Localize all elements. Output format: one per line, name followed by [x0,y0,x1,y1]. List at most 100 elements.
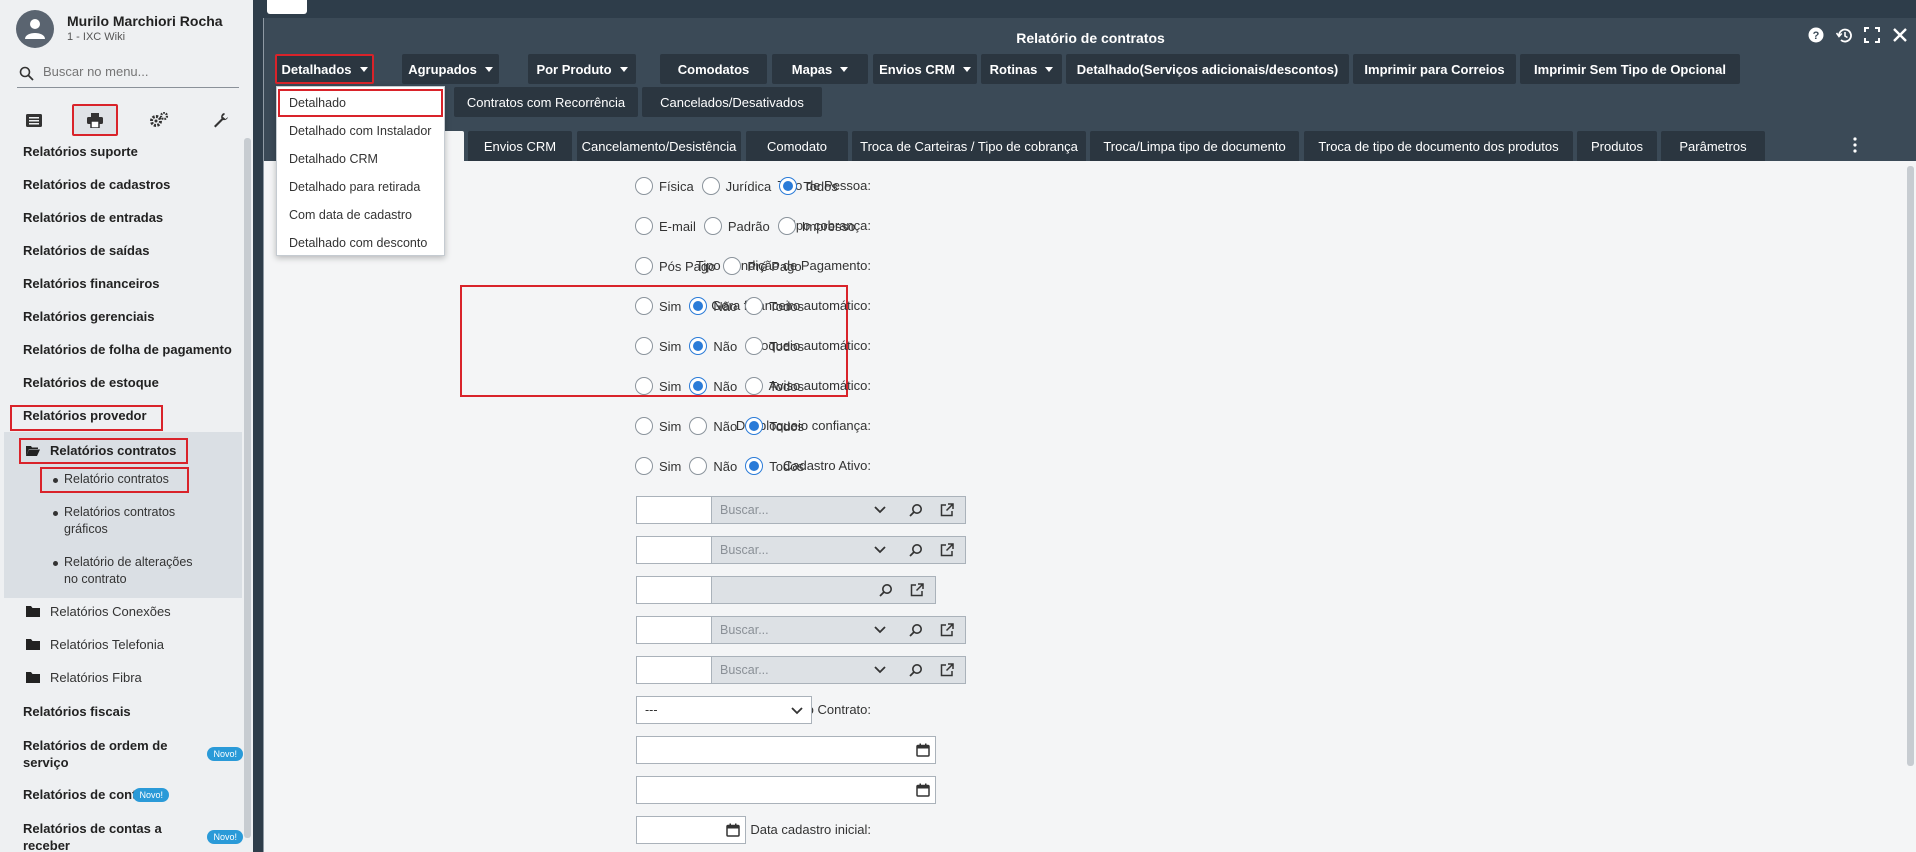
radio-button[interactable] [689,337,708,355]
radio-option[interactable]: Todos [745,377,804,395]
search-icon[interactable] [909,663,923,680]
calendar-icon[interactable] [726,823,740,837]
dropdown-item[interactable]: Detalhado CRM [277,145,444,173]
radio-button[interactable] [689,377,708,395]
search-select[interactable]: Buscar... [712,656,966,684]
radio-button[interactable] [723,257,742,275]
search-icon[interactable] [879,583,893,600]
search-select[interactable]: Buscar... [712,616,966,644]
more-tabs-icon[interactable] [1853,137,1857,156]
radio-button[interactable] [745,377,764,395]
radio-option[interactable]: Sim [635,337,681,355]
tab-troca-tipo-produtos[interactable]: Troca de tipo de documento dos produtos [1304,131,1573,161]
radio-button[interactable] [635,257,653,275]
radio-option[interactable]: Sim [635,377,681,395]
radio-option[interactable]: Não [689,297,737,315]
search-icon[interactable] [909,623,923,640]
sub-item-contratos-graficos[interactable]: Relatórios contratos gráficos [53,504,204,538]
tab-parametros[interactable]: Parâmetros [1661,131,1765,161]
date-input-data-bloqueio-inicial[interactable] [636,736,936,764]
external-link-icon[interactable] [940,543,954,560]
sub-item-alteracoes[interactable]: Relatório de alterações no contrato [53,554,204,588]
radio-button[interactable] [745,417,764,435]
tab-produtos[interactable]: Produtos [1577,131,1657,161]
radio-button[interactable] [689,297,708,315]
radio-option[interactable]: Não [689,457,737,475]
menu-search-input[interactable] [43,64,233,79]
menu-search[interactable] [17,60,239,88]
code-input[interactable] [636,616,712,644]
radio-option[interactable]: Física [635,177,694,195]
tab-troca-carteiras[interactable]: Troca de Carteiras / Tipo de cobrança [852,131,1086,161]
form-scrollbar[interactable] [1907,166,1914,766]
btn-contratos-recorrencia[interactable]: Contratos com Recorrência [454,87,638,117]
code-input[interactable] [636,576,712,604]
menu-item[interactable]: Relatórios financeiros [23,276,160,291]
radio-button[interactable] [689,457,708,475]
chevron-down-icon[interactable] [874,663,886,678]
calendar-icon[interactable] [916,743,930,757]
radio-option[interactable]: Impresso [777,217,855,235]
radio-button[interactable] [745,337,764,355]
radio-button[interactable] [635,297,653,315]
radio-option[interactable]: Todos [745,337,804,355]
radio-button[interactable] [635,337,653,355]
btn-comodatos[interactable]: Comodatos [660,54,767,84]
menu-item[interactable]: Relatórios de estoque [23,375,159,390]
menu-item[interactable]: Relatórios suporte [23,144,138,159]
tab-comodato[interactable]: Comodato [746,131,848,161]
menu-item[interactable]: Relatórios de saídas [23,243,149,258]
radio-option[interactable]: Jurídica [701,177,771,195]
btn-mapas[interactable]: Mapas [772,54,868,84]
radio-button[interactable] [701,177,720,195]
tab-troca-limpa[interactable]: Troca/Limpa tipo de documento [1090,131,1299,161]
menu-item[interactable]: Relatórios de folha de pagamento [23,342,232,357]
calendar-icon[interactable] [916,783,930,797]
search-icon[interactable] [909,543,923,560]
radio-button[interactable] [779,177,798,195]
btn-imprimir-correios[interactable]: Imprimir para Correios [1353,54,1516,84]
tab-settings[interactable] [136,104,182,136]
radio-button[interactable] [635,217,653,235]
radio-button[interactable] [777,217,796,235]
radio-option[interactable]: Sim [635,297,681,315]
menu-item[interactable]: Relatórios de cadastros [23,177,170,192]
dropdown-item[interactable]: Detalhado para retirada [277,173,444,201]
radio-option[interactable]: Sim [635,457,681,475]
radio-option[interactable]: Padrão [703,217,770,235]
maximize-icon[interactable] [1863,26,1881,44]
radio-button[interactable] [689,417,708,435]
external-link-icon[interactable] [940,663,954,680]
code-input[interactable] [636,536,712,564]
external-link-icon[interactable] [940,503,954,520]
btn-rotinas[interactable]: Rotinas [981,54,1062,84]
help-icon[interactable]: ? [1807,26,1825,44]
radio-button[interactable] [635,457,653,475]
tab-envios-crm[interactable]: Envios CRM [468,131,572,161]
menu-item[interactable]: Relatórios fiscais [23,704,131,719]
tab-list[interactable] [11,104,57,136]
motivo-contrato-select[interactable]: --- [636,696,812,724]
search-select[interactable]: Buscar... [712,496,966,524]
radio-option[interactable]: Sim [635,417,681,435]
radio-option[interactable]: Pós Pago [635,257,715,275]
radio-button[interactable] [703,217,722,235]
history-icon[interactable] [1835,26,1853,44]
btn-cancelados[interactable]: Cancelados/Desativados [642,87,822,117]
radio-option[interactable]: Pré Pago [723,257,802,275]
btn-agrupados[interactable]: Agrupados [402,54,499,84]
chevron-down-icon[interactable] [874,503,886,518]
radio-option[interactable]: E-mail [635,217,696,235]
tab-cancelamento[interactable]: Cancelamento/Desistência [577,131,741,161]
btn-detalhado-servicos[interactable]: Detalhado(Serviços adicionais/descontos) [1066,54,1349,84]
folder-relatorios-contratos[interactable]: Relatórios contratos [26,443,176,458]
btn-envios-crm[interactable]: Envios CRM [873,54,977,84]
tab-tools[interactable] [198,104,244,136]
external-link-icon[interactable] [910,583,924,600]
btn-detalhados[interactable]: Detalhados [275,54,374,84]
radio-option[interactable]: Não [689,337,737,355]
radio-option[interactable]: Todos [745,297,804,315]
tab-reports[interactable] [72,104,118,136]
dropdown-item-detalhado[interactable]: Detalhado [278,89,443,117]
chevron-down-icon[interactable] [874,543,886,558]
